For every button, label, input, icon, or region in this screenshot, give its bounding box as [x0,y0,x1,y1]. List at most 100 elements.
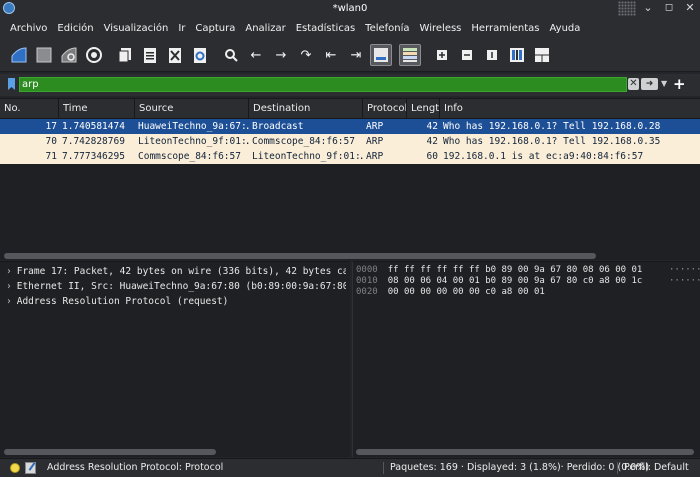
first-packet-icon[interactable]: ⇤ [320,44,342,66]
menu-archivo[interactable]: Archivo [5,23,52,34]
column-header-no[interactable]: No. [0,99,59,119]
chevron-right-icon[interactable]: › [6,266,12,277]
tree-item-ethernet[interactable]: › Ethernet II, Src: HuaweiTechno_9a:67:80… [6,279,346,294]
maximize-icon[interactable]: ◻ [663,2,675,14]
close-icon[interactable]: ✕ [684,2,696,14]
column-header-destination[interactable]: Destination [249,99,363,119]
zoom-in-icon[interactable] [431,44,453,66]
hex-ascii: ······· [669,276,700,286]
normal-size-icon[interactable] [481,44,503,66]
packet-details-pane: › Frame 17: Packet, 42 bytes on wire (336… [0,261,350,457]
window-title: *wlan0 [332,3,368,14]
cell-time: 7.742828769 [62,136,125,147]
hex-offset: 0000 [356,265,378,275]
menu-estadisticas[interactable]: Estadísticas [291,23,360,34]
column-header-length[interactable]: Lengtl [407,99,440,119]
chevron-down-icon[interactable]: ▼ [661,79,667,88]
cell-no: 71 [45,151,57,162]
chevron-down-icon[interactable]: ⌄ [642,2,654,14]
cell-length: 60 [426,151,438,162]
packet-bytes-pane: 0000 ff ff ff ff ff ff b0 89 00 9a 67 80 … [352,261,700,457]
status-divider [617,462,618,474]
capture-options-icon[interactable] [83,44,105,66]
cell-protocol: ARP [366,136,384,147]
menu-analizar[interactable]: Analizar [240,23,290,34]
tree-item-label: Ethernet II, Src: HuaweiTechno_9a:67:80 … [16,281,346,292]
menu-captura[interactable]: Captura [190,23,240,34]
open-file-icon[interactable] [114,44,136,66]
start-capture-icon[interactable] [8,44,30,66]
colorize-icon[interactable] [399,44,421,66]
reload-file-icon[interactable] [189,44,211,66]
capture-comment-icon[interactable] [25,462,36,474]
add-filter-button-icon[interactable]: + [673,75,686,93]
menu-edicion[interactable]: Edición [52,23,98,34]
menu-visualizacion[interactable]: Visualización [99,23,174,34]
go-to-packet-icon[interactable]: ↷ [295,44,317,66]
cell-source: LiteonTechno_9f:01:… [138,136,249,147]
stop-capture-icon[interactable] [33,44,55,66]
status-field-info: Address Resolution Protocol: Protocol [47,462,224,473]
save-file-icon[interactable] [139,44,161,66]
status-packet-count: Paquetes: 169 · Displayed: 3 (1.8%)· Per… [390,462,650,473]
column-header-info[interactable]: Info [440,99,700,119]
go-forward-icon[interactable]: → [270,44,292,66]
status-profile[interactable]: Perfil: Default [624,459,689,477]
horizontal-scrollbar[interactable] [4,253,596,259]
apply-filter-icon[interactable]: ➜ [641,78,658,90]
cell-protocol: ARP [366,121,384,132]
layout-icon[interactable] [531,44,553,66]
packet-row[interactable]: 71 7.777346295 Commscope_84:f6:57 Liteon… [0,149,700,164]
cell-length: 42 [426,121,438,132]
hex-bytes: ff ff ff ff ff ff b0 89 00 9a 67 80 08 0… [387,265,643,275]
display-filter-input[interactable] [19,77,627,92]
clear-filter-icon[interactable]: ✕ [628,78,639,90]
find-packet-icon[interactable] [220,44,242,66]
cell-info: Who has 192.168.0.1? Tell 192.168.0.35 [443,136,661,147]
close-file-icon[interactable] [164,44,186,66]
tree-item-label: Frame 17: Packet, 42 bytes on wire (336 … [16,266,346,277]
hex-bytes: 00 00 00 00 00 00 c0 a8 00 01 [387,287,545,297]
status-divider [383,462,384,474]
tree-item-arp[interactable]: › Address Resolution Protocol (request) [6,294,346,309]
cell-no: 17 [45,121,57,132]
cell-info: Who has 192.168.0.1? Tell 192.168.0.28 [443,121,661,132]
column-header-time[interactable]: Time [59,99,135,119]
go-back-icon[interactable]: ← [245,44,267,66]
packet-list: No. Time Source Destination Protocol Len… [0,98,700,260]
display-filter-bar: ✕ ➜ ▼ + [0,74,700,96]
chevron-right-icon[interactable]: › [6,281,12,292]
cell-time: 7.777346295 [62,151,125,162]
cell-source: HuaweiTechno_9a:67:… [138,121,249,132]
last-packet-icon[interactable]: ⇥ [345,44,367,66]
status-bar: Address Resolution Protocol: Protocol Pa… [0,458,700,477]
hex-offset: 0020 [356,287,378,297]
resize-columns-icon[interactable] [506,44,528,66]
hex-row[interactable]: 0020 00 00 00 00 00 00 c0 a8 00 01 [356,286,545,298]
horizontal-scrollbar[interactable] [356,449,694,455]
menu-wireless[interactable]: Wireless [415,23,467,34]
bookmark-icon[interactable] [8,78,15,90]
column-header-source[interactable]: Source [135,99,249,119]
drag-handle[interactable] [618,1,636,16]
cell-protocol: ARP [366,151,384,162]
column-header-protocol[interactable]: Protocol [363,99,407,119]
tree-item-frame[interactable]: › Frame 17: Packet, 42 bytes on wire (336… [6,264,346,279]
cell-info: 192.168.0.1 is at ec:a9:40:84:f6:57 [443,151,644,162]
cell-length: 42 [426,136,438,147]
horizontal-scrollbar[interactable] [4,449,216,455]
zoom-out-icon[interactable] [456,44,478,66]
cell-destination: Commscope_84:f6:57 [252,136,355,147]
packet-row[interactable]: 17 1.740581474 HuaweiTechno_9a:67:… Broa… [0,119,700,134]
packet-row[interactable]: 70 7.742828769 LiteonTechno_9f:01:… Comm… [0,134,700,149]
expert-info-led-icon[interactable] [10,463,20,473]
menu-ir[interactable]: Ir [173,23,190,34]
chevron-right-icon[interactable]: › [6,296,12,307]
menu-telefonia[interactable]: Telefonía [360,23,414,34]
menu-ayuda[interactable]: Ayuda [545,23,586,34]
cell-source: Commscope_84:f6:57 [138,151,241,162]
auto-scroll-icon[interactable] [370,44,392,66]
restart-capture-icon[interactable] [58,44,80,66]
menu-herramientas[interactable]: Herramientas [466,23,544,34]
main-toolbar: ← → ↷ ⇤ ⇥ [0,39,700,72]
